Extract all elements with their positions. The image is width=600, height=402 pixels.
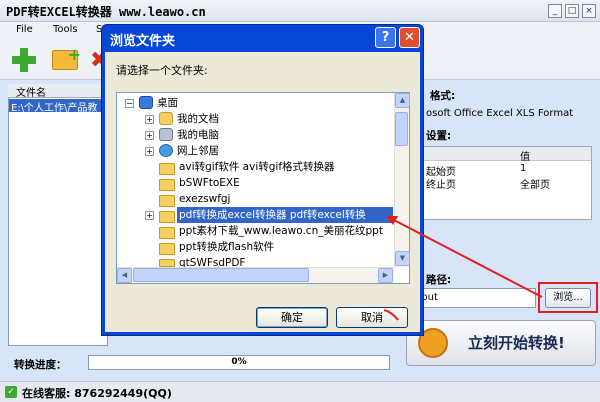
settings-label: 设置:: [426, 130, 452, 142]
scroll-down-icon[interactable]: ▼: [395, 251, 410, 266]
add-folder-icon[interactable]: +: [52, 45, 81, 70]
tree-item[interactable]: exezswfgj: [179, 191, 230, 207]
tree-item[interactable]: 我的电脑: [177, 127, 219, 143]
tree-item[interactable]: qtSWFsdPDF: [179, 255, 245, 267]
scroll-right-icon[interactable]: ▶: [378, 268, 393, 283]
scroll-left-icon[interactable]: ◀: [117, 268, 132, 283]
start-convert-label: 立刻开始转换!: [468, 334, 565, 352]
progress-label: 转换进度：: [14, 359, 67, 371]
settings-table-header: [407, 147, 591, 161]
folder-icon: [159, 179, 175, 191]
folder-icon: [159, 243, 175, 255]
folder-icon: [159, 195, 175, 207]
menu-file[interactable]: File: [16, 24, 33, 35]
folder-tree[interactable]: − 桌面 + 我的文档 + 我的电脑 + 网上邻居 avi转gif软件 avi转…: [116, 92, 410, 284]
tree-item[interactable]: bSWFtoEXE: [179, 175, 240, 191]
collapse-icon[interactable]: −: [125, 99, 134, 108]
tree-item-selected[interactable]: pdf转换成excel转换器 pdf转excel转换: [177, 207, 393, 223]
tree-item[interactable]: ppt转换成flash软件: [179, 239, 274, 255]
tree-item[interactable]: ppt素材下载_www.leawo.cn_美丽花纹ppt: [179, 223, 393, 239]
expand-icon[interactable]: +: [145, 131, 154, 140]
dialog-title: 浏览文件夹: [110, 34, 176, 49]
minimize-icon[interactable]: _: [548, 4, 562, 18]
expand-icon[interactable]: +: [145, 147, 154, 156]
highlight-box: [538, 282, 598, 313]
folder-icon: [159, 227, 175, 239]
status-text: 在线客服: 876292449(QQ): [22, 387, 172, 400]
folder-icon: [159, 259, 175, 267]
vertical-scroll-thumb[interactable]: [395, 112, 408, 146]
menu-tools[interactable]: Tools: [53, 24, 78, 35]
folder-icon: [159, 163, 175, 175]
settings-value-header: 值: [520, 152, 530, 163]
output-label: 路径:: [426, 274, 452, 286]
expand-icon[interactable]: +: [145, 211, 154, 220]
computer-icon: [159, 128, 173, 141]
desktop-icon: [139, 96, 153, 109]
folder-icon: [159, 211, 175, 223]
network-icon: [159, 144, 173, 157]
output-path-field[interactable]: utput: [406, 288, 536, 308]
tree-item[interactable]: 桌面: [157, 95, 178, 111]
cancel-button[interactable]: 取消: [336, 307, 408, 328]
file-list-row[interactable]: E:\个人工作\产品教: [9, 99, 107, 112]
format-value[interactable]: osoft Office Excel XLS Format: [426, 108, 573, 119]
horizontal-scroll-thumb[interactable]: [133, 268, 309, 282]
tree-item[interactable]: avi转gif软件 avi转gif格式转换器: [179, 159, 335, 175]
tree-item[interactable]: 网上邻居: [177, 143, 219, 159]
check-icon: ✓: [5, 386, 17, 398]
app-title: PDF转EXCEL转换器 www.leawo.cn: [6, 5, 206, 19]
settings-row-value[interactable]: 全部页: [520, 176, 550, 191]
settings-row-name[interactable]: 终止页: [426, 176, 456, 191]
file-list[interactable]: [8, 84, 108, 346]
dialog-prompt: 请选择一个文件夹:: [116, 64, 208, 77]
documents-icon: [159, 112, 173, 125]
add-file-icon[interactable]: [12, 48, 36, 72]
expand-icon[interactable]: +: [145, 115, 154, 124]
ok-button[interactable]: 确定: [256, 307, 328, 328]
file-list-header[interactable]: 文件名: [8, 84, 108, 99]
progress-value: 0%: [231, 357, 247, 367]
format-label: 格式:: [430, 90, 456, 102]
scroll-up-icon[interactable]: ▲: [395, 93, 410, 108]
dialog-close-icon[interactable]: ✕: [399, 27, 420, 48]
help-icon[interactable]: ?: [375, 27, 396, 48]
settings-row-value[interactable]: 1: [520, 163, 526, 174]
close-icon[interactable]: ×: [582, 4, 596, 18]
maximize-icon[interactable]: □: [565, 4, 579, 18]
tree-item[interactable]: 我的文档: [177, 111, 219, 127]
